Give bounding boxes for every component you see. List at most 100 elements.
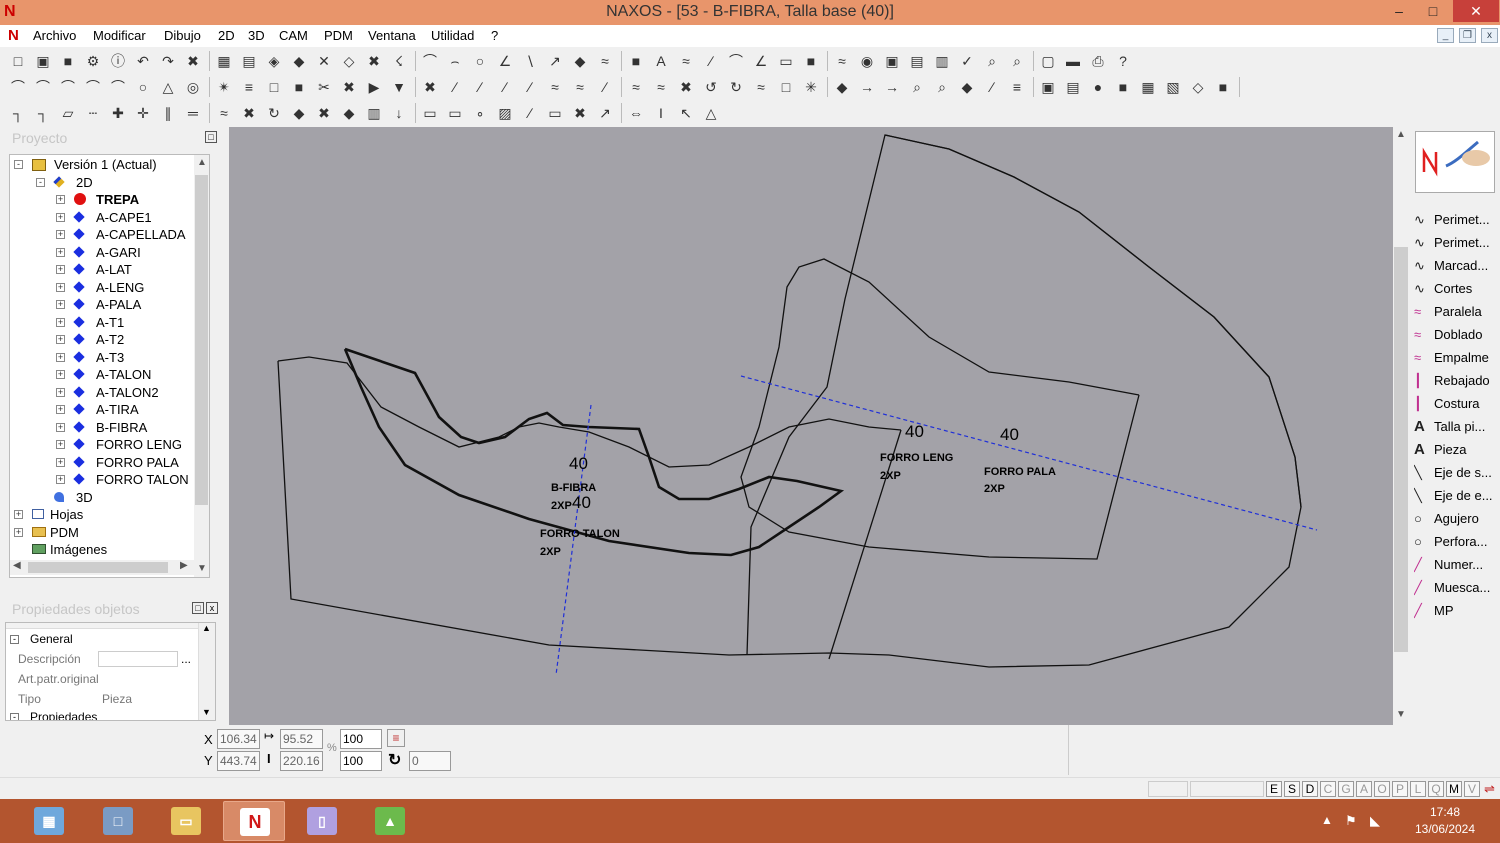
scroll-right-icon[interactable]: ▶: [180, 560, 188, 571]
expand-icon[interactable]: +: [56, 335, 65, 344]
expand-icon[interactable]: +: [56, 440, 65, 449]
toolbar-tool-icon[interactable]: ↖: [676, 103, 696, 123]
toolbar-tool-icon[interactable]: ≡: [1007, 77, 1027, 97]
tool-button[interactable]: ∿ Perimet...: [1414, 232, 1500, 254]
toolbar-tool-icon[interactable]: ⌢: [445, 51, 465, 71]
toolbar-tool-icon[interactable]: ∕: [445, 77, 465, 97]
toolbar-tool-icon[interactable]: ∕: [982, 77, 1002, 97]
toolbar-tool-icon[interactable]: ▭: [420, 103, 440, 123]
tool-button[interactable]: ╱ Numer...: [1414, 554, 1500, 576]
snap-flag-button[interactable]: L: [1410, 781, 1426, 797]
close-button[interactable]: ✕: [1453, 0, 1499, 22]
property-art-patr-original[interactable]: Art.patr.original: [6, 669, 198, 689]
tool-button[interactable]: ∿ Cortes: [1414, 278, 1500, 300]
properties-scrollbar[interactable]: ▲ ▼: [198, 623, 215, 720]
toolbar-tool-icon[interactable]: ●: [1088, 77, 1108, 97]
toolbar-tool-icon[interactable]: ≈: [595, 51, 615, 71]
toolbar-tool-icon[interactable]: ▣: [1038, 77, 1058, 97]
toolbar-tool-icon[interactable]: ↻: [726, 77, 746, 97]
toolbar-tool-icon[interactable]: ⇔: [626, 103, 646, 123]
rotation-field[interactable]: 0: [409, 751, 451, 771]
toolbar-tool-icon[interactable]: ◆: [957, 77, 977, 97]
tree-item[interactable]: + FORRO LENG: [10, 436, 200, 453]
tool-button[interactable]: ╱ MP: [1414, 600, 1500, 622]
expand-icon[interactable]: +: [56, 475, 65, 484]
scroll-down-icon[interactable]: ▼: [197, 563, 207, 574]
tool-button[interactable]: ≈ Empalme: [1414, 347, 1500, 369]
scroll-left-icon[interactable]: ◀: [13, 560, 21, 571]
toolbar-tool-icon[interactable]: ∠: [495, 51, 515, 71]
flag-icon[interactable]: ⚑: [1345, 813, 1357, 829]
toolbar-tool-icon[interactable]: ✓: [957, 51, 977, 71]
toolbar-tool-icon[interactable]: ▦: [214, 51, 234, 71]
menu-modificar[interactable]: Modificar: [93, 28, 146, 43]
toolbar-tool-icon[interactable]: ■: [626, 51, 646, 71]
snap-flag-button[interactable]: G: [1338, 781, 1354, 797]
toolbar-tool-icon[interactable]: ✴: [214, 77, 234, 97]
canvas-scroll-thumb[interactable]: [1394, 247, 1408, 652]
tree-item[interactable]: + A-TIRA: [10, 401, 200, 418]
tree-item[interactable]: + A-TALON2: [10, 384, 200, 401]
scroll-down-icon[interactable]: ▼: [202, 707, 211, 717]
y-coordinate-field[interactable]: 443.74: [217, 751, 260, 771]
toolbar-tool-icon[interactable]: ◇: [1188, 77, 1208, 97]
toolbar-tool-icon[interactable]: ↓: [389, 103, 409, 123]
expand-icon[interactable]: +: [56, 230, 65, 239]
menu-cam[interactable]: CAM: [279, 28, 308, 43]
tree-horizontal-scrollbar[interactable]: ◀ ▶: [10, 560, 194, 575]
toolbar-tool-icon[interactable]: ◉: [857, 51, 877, 71]
toolbar-tool-icon[interactable]: □: [264, 77, 284, 97]
tool-button[interactable]: ≈ Paralela: [1414, 301, 1500, 323]
expand-icon[interactable]: +: [56, 247, 65, 257]
toolbar-tool-icon[interactable]: ≈: [676, 51, 696, 71]
mdi-restore-button[interactable]: ❐: [1459, 28, 1476, 43]
toolbar-tool-icon[interactable]: ✚: [108, 103, 128, 123]
tool-button[interactable]: ╲ Eje de s...: [1414, 462, 1500, 484]
toolbar-tool-icon[interactable]: ▭: [776, 51, 796, 71]
toolbar-tool-icon[interactable]: ▦: [1138, 77, 1158, 97]
toolbar-tool-icon[interactable]: ☇: [389, 51, 409, 71]
toolbar-tool-icon[interactable]: ▤: [1063, 77, 1083, 97]
toolbar-tool-icon[interactable]: ┐: [8, 103, 28, 123]
toolbar-tool-icon[interactable]: ∠: [751, 51, 771, 71]
menu-ventana[interactable]: Ventana: [368, 28, 416, 43]
height-field[interactable]: 220.16: [280, 751, 323, 771]
snap-flag-button[interactable]: A: [1356, 781, 1372, 797]
menu-dibujo[interactable]: Dibujo: [164, 28, 201, 43]
taskbar-calculator[interactable]: ▦: [18, 801, 80, 841]
toolbar-tool-icon[interactable]: ⓘ: [108, 51, 128, 71]
tree-vertical-scrollbar[interactable]: ▲ ▼: [194, 155, 209, 577]
tree-item[interactable]: + A-CAPE1: [10, 209, 200, 226]
toolbar-tool-icon[interactable]: ✕: [314, 51, 334, 71]
menu-2d[interactable]: 2D: [218, 28, 235, 43]
maximize-button[interactable]: □: [1416, 0, 1450, 22]
proportional-scale-icon[interactable]: ≡: [387, 729, 405, 747]
toolbar-tool-icon[interactable]: ▤: [907, 51, 927, 71]
toolbar-tool-icon[interactable]: ◈: [264, 51, 284, 71]
scroll-up-icon[interactable]: ▲: [202, 623, 211, 633]
propiedades-section[interactable]: - Propiedades: [6, 707, 198, 720]
toolbar-tool-icon[interactable]: ▥: [364, 103, 384, 123]
expand-icon[interactable]: +: [56, 387, 65, 397]
expand-icon[interactable]: +: [56, 195, 65, 204]
toolbar-tool-icon[interactable]: ▶: [364, 77, 384, 97]
tool-button[interactable]: ∿ Perimet...: [1414, 209, 1500, 231]
toolbar-tool-icon[interactable]: ⌕: [1007, 51, 1027, 71]
toolbar-tool-icon[interactable]: ▭: [445, 103, 465, 123]
scroll-down-icon[interactable]: ▼: [1396, 709, 1406, 720]
toolbar-tool-icon[interactable]: ∘: [470, 103, 490, 123]
toolbar-tool-icon[interactable]: ✖: [570, 103, 590, 123]
toolbar-tool-icon[interactable]: ∕: [520, 77, 540, 97]
toolbar-tool-icon[interactable]: △: [701, 103, 721, 123]
toolbar-tool-icon[interactable]: ▣: [882, 51, 902, 71]
toolbar-tool-icon[interactable]: ✖: [420, 77, 440, 97]
toolbar-tool-icon[interactable]: ▥: [932, 51, 952, 71]
taskbar-app-4[interactable]: ▯: [291, 801, 353, 841]
tool-button[interactable]: ○ Agujero: [1414, 508, 1500, 530]
taskbar-clock[interactable]: 17:48 13/06/2024: [1400, 804, 1490, 838]
tool-button[interactable]: ○ Perfora...: [1414, 531, 1500, 553]
toolbar-tool-icon[interactable]: ↷: [158, 51, 178, 71]
toolbar-tool-icon[interactable]: ∖: [520, 51, 540, 71]
tool-button[interactable]: ∿ Marcad...: [1414, 255, 1500, 277]
tree-item[interactable]: + FORRO TALON: [10, 471, 200, 488]
